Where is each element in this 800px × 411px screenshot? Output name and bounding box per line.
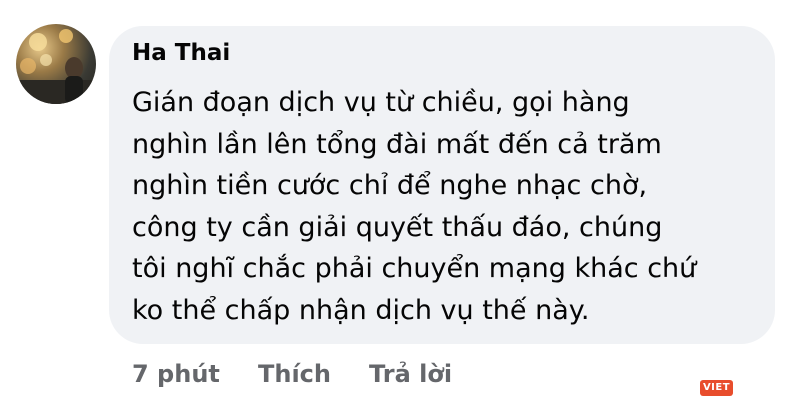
comment-text: Gián đoạn dịch vụ từ chiều, gọi hàng ngh… <box>132 82 762 331</box>
avatar[interactable] <box>16 24 96 104</box>
comment-line: công ty cần giải quyết thấu đáo, chúng <box>132 211 663 243</box>
comment-timestamp[interactable]: 7 phút <box>132 356 220 392</box>
comment-line: nghìn lần lên tổng đài mất đến cả trăm <box>132 128 662 160</box>
reply-button[interactable]: Trả lời <box>369 356 452 392</box>
comment-line: ko thể chấp nhận dịch vụ thế này. <box>132 294 590 326</box>
like-button[interactable]: Thích <box>258 356 331 392</box>
comment-author-name[interactable]: Ha Thai <box>132 38 230 68</box>
avatar-photo <box>16 29 96 104</box>
comment-line: nghìn tiền cước chỉ để nghe nhạc chờ, <box>132 170 648 201</box>
watermark-logo: VIET <box>700 380 733 396</box>
comment-line: Gián đoạn dịch vụ từ chiều, gọi hàng <box>132 87 630 118</box>
comment-line: tôi nghĩ chắc phải chuyển mạng khác chứ <box>132 253 697 284</box>
